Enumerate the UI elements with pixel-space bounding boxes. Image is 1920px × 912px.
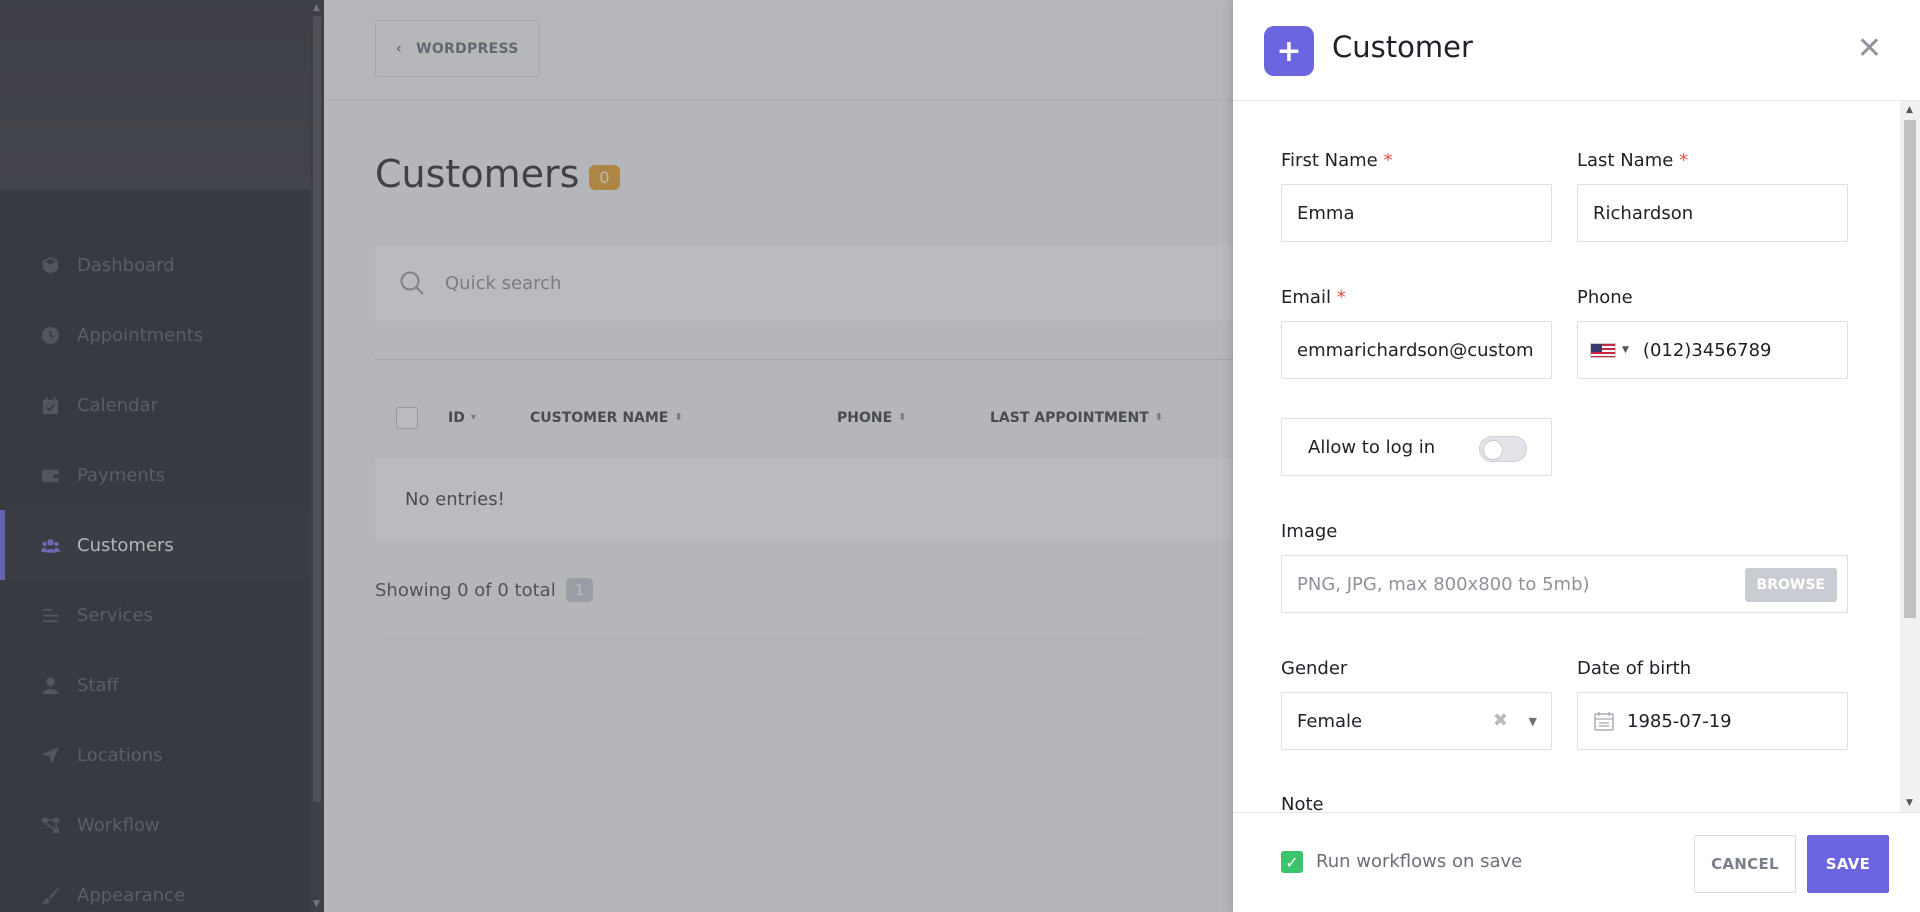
field-value: emmarichardson@custom bbox=[1297, 339, 1534, 361]
label-text: Phone bbox=[1577, 287, 1633, 308]
phone-field[interactable]: ▼ (012)3456789 bbox=[1577, 321, 1848, 379]
first-name-label: First Name * bbox=[1281, 150, 1392, 171]
caret-down-icon[interactable]: ▼ bbox=[1622, 345, 1629, 355]
label-text: Last Name bbox=[1577, 150, 1674, 171]
email-label: Email * bbox=[1281, 287, 1346, 308]
customer-side-panel: + Customer ✕ First Name * Emma Last Name… bbox=[1233, 0, 1920, 912]
plus-icon: + bbox=[1264, 26, 1314, 76]
field-value: Female bbox=[1297, 710, 1363, 732]
dob-label: Date of birth bbox=[1577, 658, 1692, 679]
gender-select[interactable]: Female ✖ ▼ bbox=[1281, 692, 1552, 750]
gender-label: Gender bbox=[1281, 658, 1348, 679]
panel-form: First Name * Emma Last Name * Richardson… bbox=[1233, 101, 1920, 812]
panel-footer: ✓ Run workflows on save CANCEL SAVE bbox=[1233, 812, 1920, 912]
us-flag-icon[interactable] bbox=[1590, 342, 1616, 358]
panel-title: Customer bbox=[1332, 30, 1473, 64]
field-value: Emma bbox=[1297, 202, 1355, 224]
panel-header: + Customer ✕ bbox=[1233, 0, 1920, 101]
field-value: (012)3456789 bbox=[1642, 339, 1772, 361]
date-of-birth-field[interactable]: 1985-07-19 bbox=[1577, 692, 1848, 750]
allow-login-box: Allow to log in bbox=[1281, 418, 1552, 476]
field-value: Richardson bbox=[1593, 202, 1694, 224]
panel-scrollbar-thumb[interactable] bbox=[1904, 120, 1916, 618]
email-field[interactable]: emmarichardson@custom bbox=[1281, 321, 1552, 379]
label-text: First Name bbox=[1281, 150, 1378, 171]
close-icon[interactable]: ✕ bbox=[1857, 34, 1882, 64]
cancel-button[interactable]: CANCEL bbox=[1694, 835, 1796, 893]
image-label: Image bbox=[1281, 521, 1338, 542]
note-label: Note bbox=[1281, 794, 1324, 812]
save-button[interactable]: SAVE bbox=[1807, 835, 1889, 893]
image-placeholder: PNG, JPG, max 800x800 to 5mb) bbox=[1297, 573, 1590, 595]
label-text: Email bbox=[1281, 287, 1331, 308]
last-name-field[interactable]: Richardson bbox=[1577, 184, 1848, 242]
run-workflows-checkbox[interactable]: ✓ bbox=[1281, 851, 1303, 873]
required-marker: * bbox=[1336, 287, 1346, 308]
chevron-down-icon[interactable]: ▼ bbox=[1529, 715, 1537, 728]
clear-icon[interactable]: ✖ bbox=[1493, 710, 1508, 731]
scroll-down-arrow-icon[interactable]: ▼ bbox=[1906, 798, 1913, 808]
allow-login-toggle[interactable] bbox=[1479, 436, 1527, 462]
modal-backdrop[interactable] bbox=[0, 0, 1233, 912]
phone-label: Phone bbox=[1577, 287, 1633, 308]
field-value: 1985-07-19 bbox=[1627, 710, 1732, 732]
first-name-field[interactable]: Emma bbox=[1281, 184, 1552, 242]
last-name-label: Last Name * bbox=[1577, 150, 1688, 171]
allow-login-label: Allow to log in bbox=[1308, 436, 1436, 458]
required-marker: * bbox=[1383, 150, 1393, 171]
required-marker: * bbox=[1679, 150, 1689, 171]
calendar-icon bbox=[1594, 712, 1614, 731]
browse-button[interactable]: BROWSE bbox=[1744, 568, 1837, 602]
image-upload-field[interactable]: PNG, JPG, max 800x800 to 5mb) BROWSE bbox=[1281, 555, 1848, 613]
run-workflows-label[interactable]: Run workflows on save bbox=[1316, 851, 1522, 872]
panel-scrollbar[interactable]: ▲ ▼ bbox=[1900, 101, 1920, 812]
scroll-up-arrow-icon[interactable]: ▲ bbox=[1906, 105, 1913, 115]
